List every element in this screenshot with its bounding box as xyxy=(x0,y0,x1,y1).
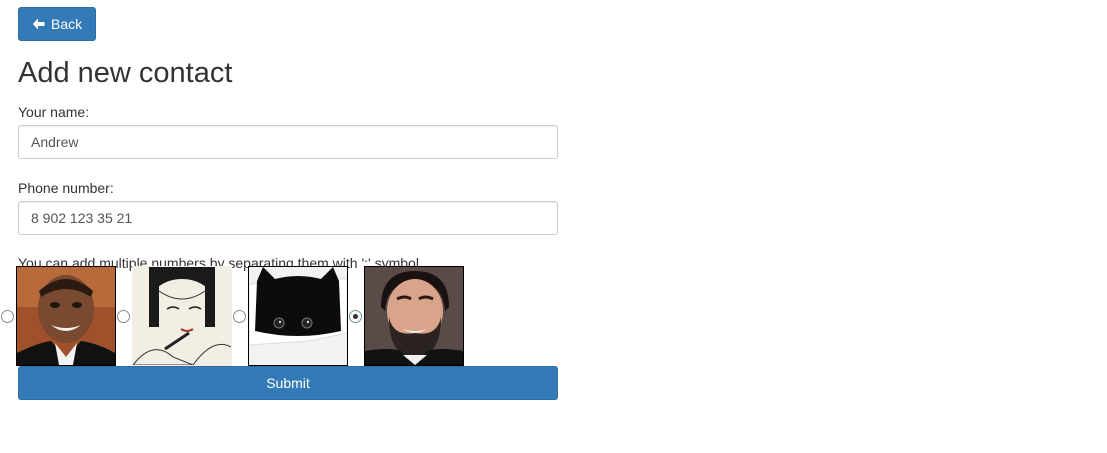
phone-label: Phone number: xyxy=(18,180,114,196)
avatar-option-2 xyxy=(116,266,232,366)
avatar-radio-1[interactable] xyxy=(1,309,14,323)
submit-button[interactable]: Submit xyxy=(18,366,558,400)
name-input[interactable] xyxy=(18,125,558,159)
avatar-option-3 xyxy=(232,266,348,366)
avatar-option-1 xyxy=(0,266,116,366)
arrow-left-icon xyxy=(32,18,45,30)
avatar-picker xyxy=(0,266,558,366)
avatar-option-4 xyxy=(348,266,464,366)
avatar-image-1[interactable] xyxy=(16,266,116,366)
avatar-image-3[interactable] xyxy=(248,266,348,366)
back-button-label: Back xyxy=(51,16,83,32)
avatar-image-2[interactable] xyxy=(132,266,232,366)
avatar-image-4[interactable] xyxy=(364,266,464,366)
page-container: Back Add new contact Your name: Phone nu… xyxy=(1,7,558,400)
avatar-radio-3[interactable] xyxy=(233,309,246,323)
avatar-radio-4[interactable] xyxy=(349,309,362,323)
name-label: Your name: xyxy=(18,104,90,120)
page-title: Add new contact xyxy=(18,57,233,89)
phone-input[interactable] xyxy=(18,201,558,235)
back-button[interactable]: Back xyxy=(18,7,97,41)
avatar-radio-2[interactable] xyxy=(117,309,130,323)
